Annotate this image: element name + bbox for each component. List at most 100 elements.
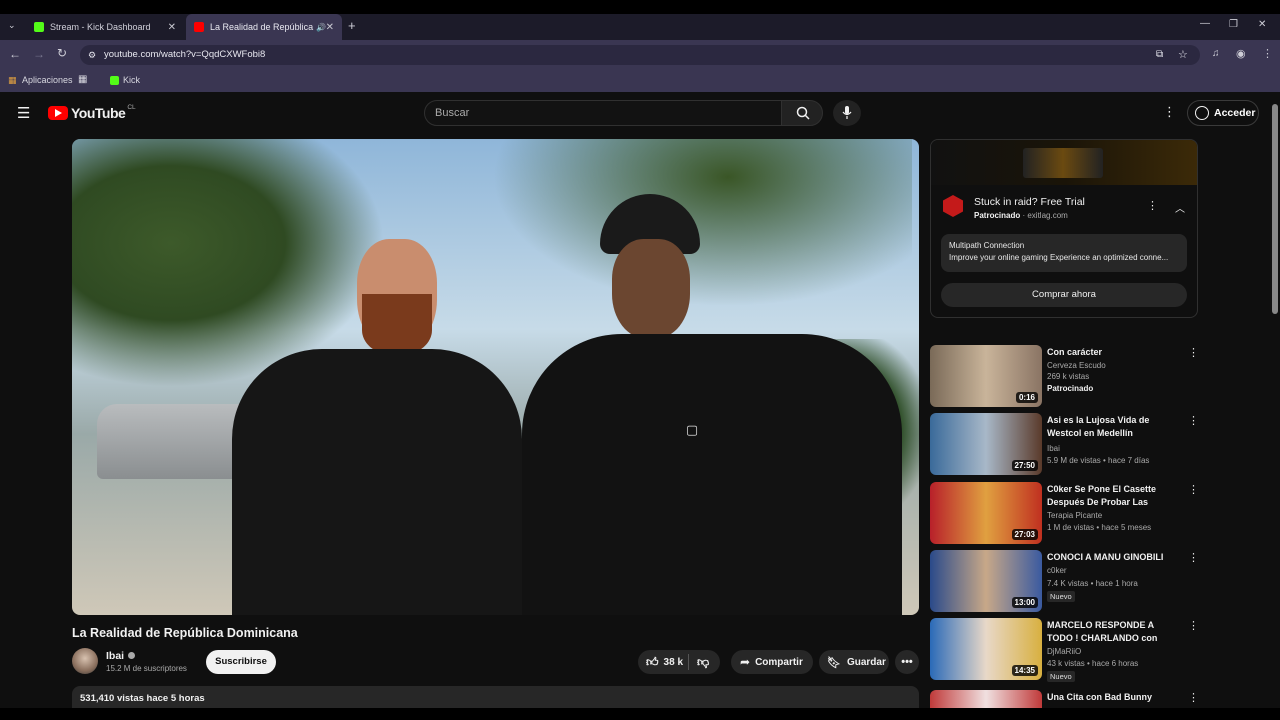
recommendation-title[interactable]: Asi es la Lujosa Vida de Westcol en Mede… bbox=[1047, 414, 1182, 440]
ad-menu-icon[interactable]: ⋮ bbox=[1147, 199, 1158, 212]
signin-button[interactable]: Acceder bbox=[1187, 100, 1259, 126]
tab-search-icon[interactable]: ⌄ bbox=[8, 20, 16, 31]
forward-icon[interactable]: → bbox=[33, 47, 45, 61]
video-thumbnail[interactable]: 27:50 bbox=[930, 413, 1042, 475]
search-button[interactable] bbox=[781, 100, 823, 126]
close-window-icon[interactable]: ✕ bbox=[1258, 19, 1266, 30]
cta-label: Comprar ahora bbox=[1032, 289, 1096, 300]
duration-badge: 13:00 bbox=[1011, 597, 1038, 608]
new-tab-icon[interactable]: + bbox=[348, 18, 356, 33]
ad-title[interactable]: Stuck in raid? Free Trial bbox=[974, 196, 1085, 208]
close-icon[interactable]: ✕ bbox=[326, 22, 334, 33]
person-left bbox=[232, 239, 522, 615]
video-player[interactable]: ▢ bbox=[72, 139, 919, 615]
like-button[interactable]: 👍︎ 38 k bbox=[638, 655, 688, 670]
save-button[interactable]: 🔖︎ Guardar bbox=[819, 650, 889, 674]
recommendation-channel[interactable]: c0ker bbox=[1047, 565, 1067, 576]
recommendation-item[interactable]: Una Cita con Bad Bunny ⋮ bbox=[930, 690, 1198, 710]
scrollbar-thumb[interactable] bbox=[1272, 104, 1278, 314]
apps-grid-icon[interactable]: ▦ bbox=[8, 75, 17, 86]
ad-product-image bbox=[1023, 148, 1103, 178]
recommendation-title[interactable]: Una Cita con Bad Bunny bbox=[1047, 691, 1182, 704]
install-icon[interactable]: ⧉ bbox=[1156, 45, 1163, 65]
media-control-icon[interactable]: ♫ bbox=[1212, 48, 1220, 59]
subscribe-button[interactable]: Suscribirse bbox=[206, 650, 276, 674]
more-actions-button[interactable]: ••• bbox=[895, 650, 919, 674]
item-menu-icon[interactable]: ⋮ bbox=[1188, 619, 1199, 632]
video-thumbnail[interactable]: 14:35 bbox=[930, 618, 1042, 680]
share-button[interactable]: ➦ Compartir bbox=[731, 650, 813, 674]
like-count: 38 k bbox=[663, 656, 684, 668]
more-options-icon[interactable]: ⋮ bbox=[1163, 104, 1176, 120]
duration-badge: 14:35 bbox=[1011, 665, 1038, 676]
recommendation-item[interactable]: 0:16 Con carácter Cerveza Escudo 269 k v… bbox=[930, 345, 1199, 407]
bookmark-kick[interactable]: Kick bbox=[123, 75, 140, 85]
video-thumbnail[interactable]: 27:03 bbox=[930, 482, 1042, 544]
recommendation-title[interactable]: C0ker Se Pone El Casette Después De Prob… bbox=[1047, 483, 1182, 509]
item-menu-icon[interactable]: ⋮ bbox=[1188, 691, 1198, 704]
buy-now-button[interactable]: Comprar ahora bbox=[941, 283, 1187, 307]
recommendation-item[interactable]: 13:00 CONOCI A MANU GINOBILI c0ker 7.4 K… bbox=[930, 550, 1199, 612]
item-menu-icon[interactable]: ⋮ bbox=[1188, 551, 1199, 564]
item-menu-icon[interactable]: ⋮ bbox=[1188, 483, 1199, 496]
dislike-button[interactable]: 👎︎ bbox=[689, 655, 709, 670]
exitlag-icon bbox=[943, 195, 963, 217]
recommendation-item[interactable]: 27:03 C0ker Se Pone El Casette Después D… bbox=[930, 482, 1199, 544]
recommendation-title[interactable]: MARCELO RESPONDE A TODO ! CHARLANDO con … bbox=[1047, 619, 1182, 645]
tab-strip: ⌄ Stream - Kick Dashboard ✕ La Realidad … bbox=[0, 14, 1280, 40]
bookmark-apps[interactable]: Aplicaciones bbox=[22, 75, 73, 85]
kick-icon bbox=[34, 22, 44, 32]
reload-icon[interactable]: ↻ bbox=[57, 46, 67, 60]
chevron-up-icon[interactable]: ︿ bbox=[1175, 200, 1185, 215]
item-menu-icon[interactable]: ⋮ bbox=[1188, 414, 1199, 427]
tab-kick-dashboard[interactable]: Stream - Kick Dashboard ✕ bbox=[26, 14, 184, 40]
share-label: Compartir bbox=[755, 656, 803, 668]
menu-icon[interactable]: ☰ bbox=[17, 104, 30, 122]
subscriber-count: 15.2 M de suscriptores bbox=[106, 664, 187, 673]
maximize-icon[interactable]: ❐ bbox=[1229, 19, 1238, 30]
search-input[interactable]: Buscar bbox=[424, 100, 782, 126]
back-icon[interactable]: ← bbox=[9, 47, 21, 61]
youtube-logo[interactable]: YouTube CL bbox=[48, 104, 136, 121]
subscribe-label: Suscribirse bbox=[215, 656, 267, 667]
youtube-icon bbox=[194, 22, 204, 32]
recommendation-channel[interactable]: Terapia Picante bbox=[1047, 510, 1102, 521]
recommendation-title[interactable]: CONOCI A MANU GINOBILI bbox=[1047, 551, 1182, 564]
microphone-icon bbox=[842, 106, 852, 119]
video-title: La Realidad de República Dominicana bbox=[72, 626, 298, 640]
item-menu-icon[interactable]: ⋮ bbox=[1188, 346, 1199, 359]
video-thumbnail[interactable]: 0:16 bbox=[930, 345, 1042, 407]
recommendation-stats: 43 k vistas • hace 6 horas bbox=[1047, 659, 1139, 668]
bookmark-star-icon[interactable]: ☆ bbox=[1178, 45, 1188, 65]
youtube-play-icon bbox=[48, 106, 68, 120]
browser-menu-icon[interactable]: ⋮ bbox=[1262, 47, 1273, 60]
bottom-bar bbox=[0, 708, 1280, 720]
recommendation-stats: 7.4 K vistas • hace 1 hora bbox=[1047, 579, 1138, 588]
recommendation-channel[interactable]: Ibai bbox=[1047, 443, 1060, 454]
speaker-icon[interactable]: 🔊 bbox=[316, 23, 326, 32]
tab-groups-icon[interactable]: ▦ bbox=[78, 74, 87, 85]
video-thumbnail[interactable]: 13:00 bbox=[930, 550, 1042, 612]
recommendation-item[interactable]: 14:35 MARCELO RESPONDE A TODO ! CHARLAND… bbox=[930, 618, 1199, 682]
ad-description-box[interactable]: Multipath Connection Improve your online… bbox=[941, 234, 1187, 272]
recommendation-title[interactable]: Con carácter bbox=[1047, 346, 1182, 359]
share-icon: ➦ bbox=[740, 655, 751, 669]
minimize-icon[interactable]: — bbox=[1200, 18, 1210, 29]
views-date: 531,410 vistas hace 5 horas bbox=[80, 693, 205, 704]
recommendation-channel[interactable]: DjMaRiiO bbox=[1047, 646, 1081, 657]
sponsored-ad[interactable]: Stuck in raid? Free Trial Patrocinado · … bbox=[930, 139, 1198, 318]
close-icon[interactable]: ✕ bbox=[168, 22, 176, 33]
voice-search-button[interactable] bbox=[833, 100, 861, 126]
recommendation-channel[interactable]: Cerveza Escudo bbox=[1047, 360, 1106, 371]
sponsor-label: Patrocinado bbox=[974, 211, 1021, 220]
video-thumbnail[interactable] bbox=[930, 690, 1042, 710]
ad-banner[interactable] bbox=[931, 140, 1197, 185]
channel-name[interactable]: Ibai bbox=[106, 650, 124, 662]
recommendation-item[interactable]: 27:50 Asi es la Lujosa Vida de Westcol e… bbox=[930, 413, 1199, 475]
tab-youtube-video[interactable]: La Realidad de República D... 🔊 ✕ bbox=[186, 14, 342, 40]
profile-icon[interactable]: ◉ bbox=[1236, 47, 1246, 60]
url-text: youtube.com/watch?v=QqdCXWFobi8 bbox=[104, 49, 266, 60]
channel-avatar[interactable] bbox=[72, 648, 98, 674]
url-bar[interactable]: ⚙ youtube.com/watch?v=QqdCXWFobi8 ⧉ ☆ bbox=[80, 45, 1200, 65]
site-info-icon[interactable]: ⚙ bbox=[88, 45, 96, 65]
